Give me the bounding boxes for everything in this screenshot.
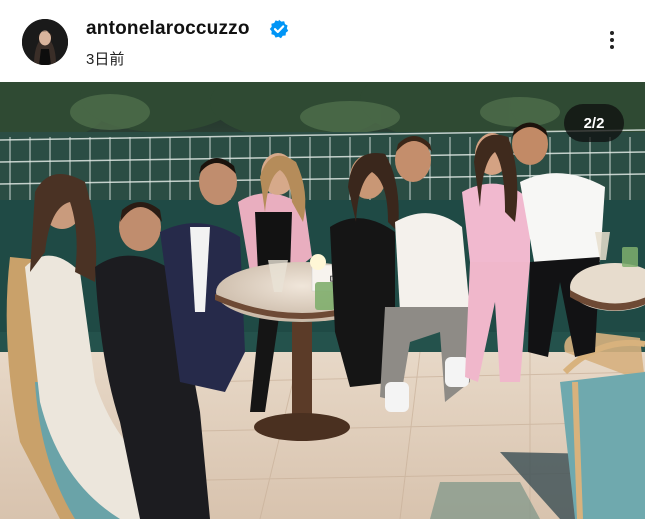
username[interactable]: antonelaroccuzzo: [86, 18, 250, 40]
verified-badge-icon: [269, 19, 289, 39]
avatar[interactable]: [22, 19, 68, 65]
more-options-icon[interactable]: [600, 28, 624, 58]
post-header: antonelaroccuzzo 3日前: [0, 0, 645, 82]
post-photo[interactable]: ㅁㅁ: [0, 82, 645, 519]
image-counter: 2/2: [564, 104, 624, 142]
post-time: 3日前: [86, 51, 125, 68]
